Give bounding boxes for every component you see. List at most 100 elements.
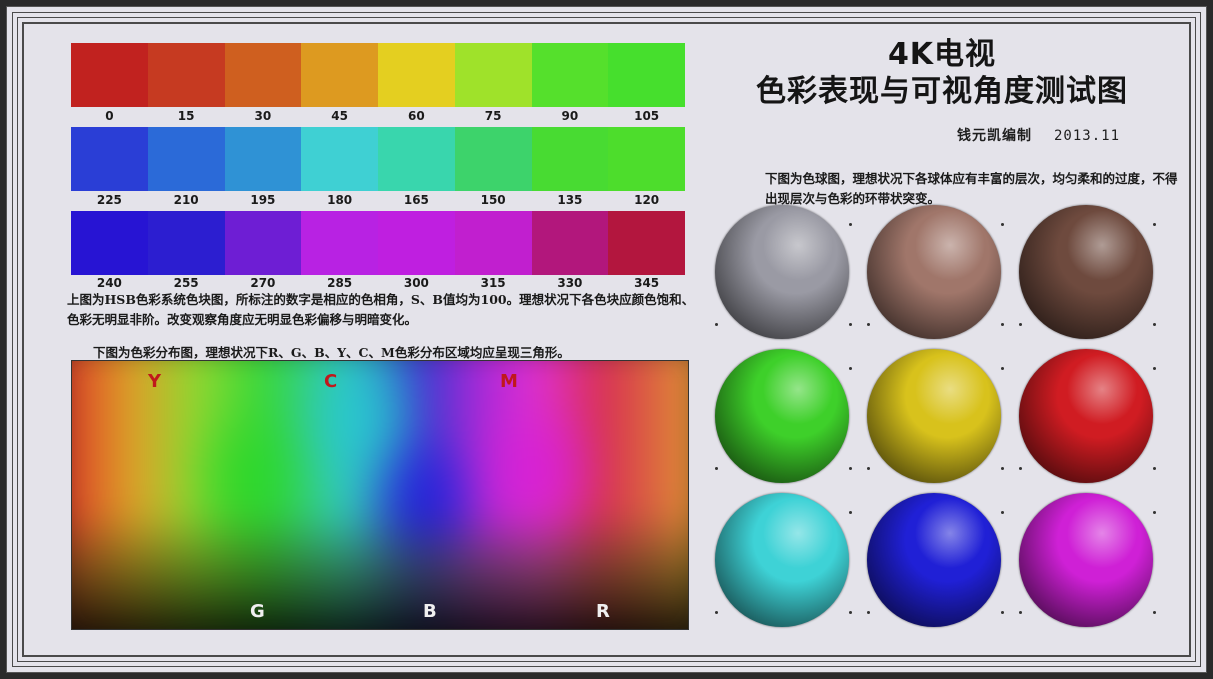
registration-dot: [867, 467, 870, 470]
hue-swatch-135: [531, 127, 609, 191]
sphere-gray: [715, 205, 849, 339]
hue-label-330: 330: [557, 276, 583, 290]
registration-dot: [1153, 367, 1156, 370]
hue-swatch-240: [71, 211, 148, 275]
hue-swatch-300: [378, 211, 455, 275]
hue-label-195: 195: [250, 193, 276, 207]
sphere-description: 下图为色球图，理想状况下各球体应有丰富的层次，均匀柔和的过度，不得出现层次与色彩…: [765, 171, 1178, 206]
hue-swatch-255: [147, 211, 225, 275]
sphere-cell-red: [1017, 349, 1157, 485]
sphere-cell-green: [713, 349, 853, 485]
hue-label-120: 120: [634, 193, 660, 207]
hue-label-270: 270: [250, 276, 276, 290]
hue-swatch-195: [224, 127, 302, 191]
hue-label-45: 45: [331, 109, 348, 123]
credit-line: 钱元凯编制 2013.11: [957, 125, 1120, 145]
sphere-blue: [867, 493, 1001, 627]
hue-swatch-225: [71, 127, 148, 191]
hue-label-285: 285: [327, 276, 353, 290]
sphere-yellow: [867, 349, 1001, 483]
hue-label-60: 60: [408, 109, 425, 123]
registration-dot: [715, 323, 718, 326]
test-chart-frame: 0 15 30 45 60 75 90 105 225 210 195 180 165 150 135 12…: [6, 6, 1207, 673]
hue-label-0: 0: [105, 109, 114, 123]
hue-swatch-105: [608, 43, 685, 107]
hue-labels-row-1: 0 15 30 45 60 75 90 105: [71, 109, 685, 123]
hue-strip-row-3: [71, 211, 685, 275]
hue-swatch-270: [224, 211, 302, 275]
hue-label-345: 345: [634, 276, 660, 290]
registration-dot: [849, 323, 852, 326]
sphere-cell-brown: [1017, 205, 1157, 341]
hue-strip-row-1: [71, 43, 685, 107]
sphere-brown: [1019, 205, 1153, 339]
registration-dot: [715, 467, 718, 470]
registration-dot: [849, 223, 852, 226]
hue-label-105: 105: [634, 109, 660, 123]
sphere-cell-skin: [865, 205, 1005, 341]
dist-label-m: M: [500, 371, 518, 392]
title-line-1: 4K电视: [887, 37, 997, 72]
hue-swatch-15: [147, 43, 225, 107]
sphere-cell-gray: [713, 205, 853, 341]
registration-dot: [849, 467, 852, 470]
registration-dot: [849, 511, 852, 514]
hue-swatch-210: [147, 127, 225, 191]
hue-swatch-285: [301, 211, 378, 275]
registration-dot: [1153, 511, 1156, 514]
hue-swatch-75: [454, 43, 532, 107]
hue-swatch-90: [531, 43, 609, 107]
sphere-cyan: [715, 493, 849, 627]
hue-swatch-120: [608, 127, 685, 191]
hue-label-255: 255: [173, 276, 199, 290]
registration-dot: [1001, 611, 1004, 614]
sphere-cell-yellow: [865, 349, 1005, 485]
registration-dot: [867, 611, 870, 614]
dist-label-g: G: [250, 601, 265, 622]
hue-swatch-330: [531, 211, 609, 275]
distribution-gradient: [72, 361, 688, 629]
hue-swatch-30: [224, 43, 302, 107]
hue-label-240: 240: [96, 276, 122, 290]
color-distribution-map: Y C M G B R: [71, 360, 689, 630]
hue-label-300: 300: [403, 276, 429, 290]
registration-dot: [1019, 611, 1022, 614]
sphere-cell-blue: [865, 493, 1005, 629]
hsb-description: 上图为HSB色彩系统色块图，所标注的数字是相应的色相角，S、B值均为100。理想…: [67, 292, 695, 327]
hue-label-315: 315: [480, 276, 506, 290]
dist-label-b: B: [423, 601, 437, 622]
sphere-magenta: [1019, 493, 1153, 627]
sphere-green: [715, 349, 849, 483]
hue-swatch-165: [378, 127, 455, 191]
sphere-red: [1019, 349, 1153, 483]
hue-swatch-315: [454, 211, 532, 275]
sphere-cell-cyan: [713, 493, 853, 629]
credit-author: 钱元凯编制: [957, 128, 1032, 144]
registration-dot: [1153, 611, 1156, 614]
hue-swatch-60: [378, 43, 455, 107]
registration-dot: [1019, 467, 1022, 470]
registration-dot: [715, 611, 718, 614]
dist-label-c: C: [324, 371, 338, 392]
hue-label-210: 210: [173, 193, 199, 207]
hue-label-180: 180: [327, 193, 353, 207]
hue-label-150: 150: [480, 193, 506, 207]
hue-swatch-45: [301, 43, 378, 107]
dist-label-r: R: [596, 601, 610, 622]
hue-label-15: 15: [177, 109, 195, 123]
hue-swatch-345: [608, 211, 685, 275]
registration-dot: [849, 611, 852, 614]
registration-dot: [1019, 323, 1022, 326]
title-block: 4K电视 色彩表现与可视角度测试图: [707, 37, 1177, 111]
hue-label-30: 30: [254, 109, 272, 123]
hue-label-135: 135: [557, 193, 583, 207]
hue-label-90: 90: [561, 109, 579, 123]
registration-dot: [1153, 223, 1156, 226]
registration-dot: [1001, 223, 1004, 226]
sphere-skin: [867, 205, 1001, 339]
title-line-2: 色彩表现与可视角度测试图: [756, 74, 1128, 109]
registration-dot: [1001, 511, 1004, 514]
hue-label-165: 165: [403, 193, 429, 207]
registration-dot: [1153, 467, 1156, 470]
dist-label-y: Y: [148, 371, 162, 392]
